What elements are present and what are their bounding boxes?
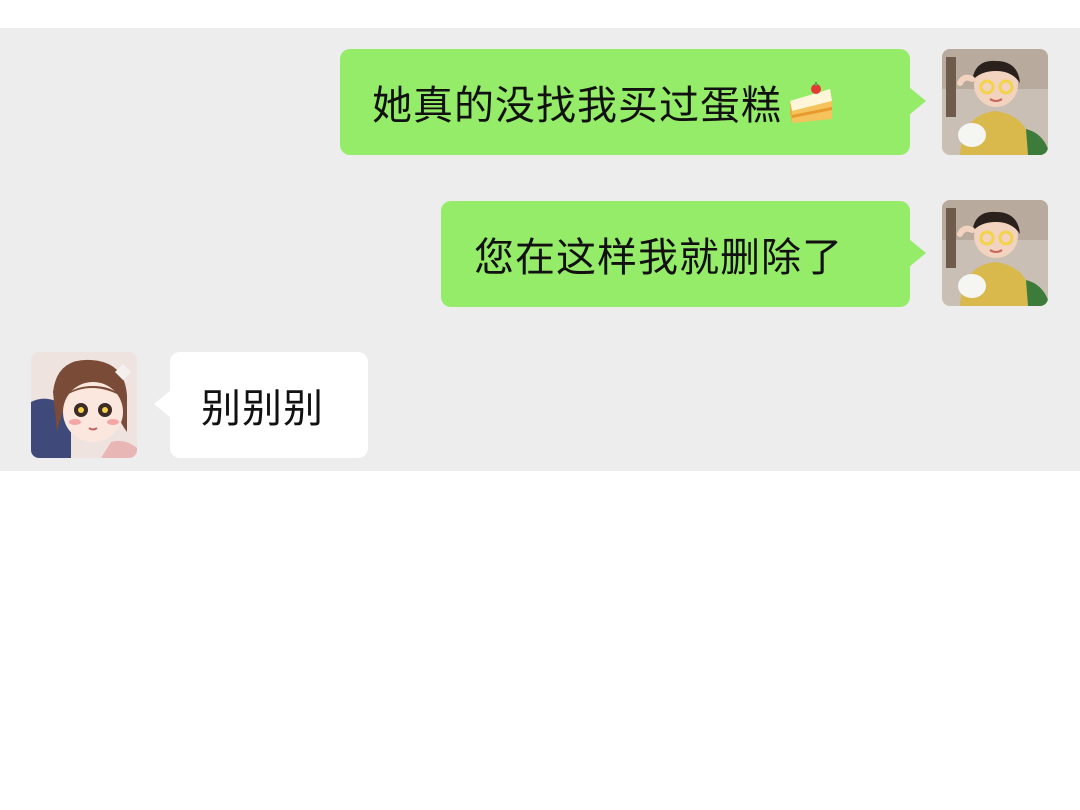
cake-slice-icon [786, 79, 836, 125]
message-text: 她真的没找我买过蛋糕 [372, 83, 782, 129]
message-bubble-outgoing[interactable]: 您在这样我就删除了 [441, 201, 926, 307]
message-bubble-outgoing[interactable]: 她真的没找我买过蛋糕 [340, 49, 926, 155]
self-avatar[interactable] [942, 200, 1048, 306]
chat-message-area[interactable]: 她真的没找我买过蛋糕 您在这样我就删除了 别别别 [0, 28, 1080, 471]
self-avatar[interactable] [942, 49, 1048, 155]
message-text: 您在这样我就删除了 [474, 235, 843, 281]
message-bubble-incoming[interactable]: 别别别 [154, 352, 368, 458]
message-text: 别别别 [201, 386, 324, 432]
contact-avatar[interactable] [31, 352, 137, 458]
